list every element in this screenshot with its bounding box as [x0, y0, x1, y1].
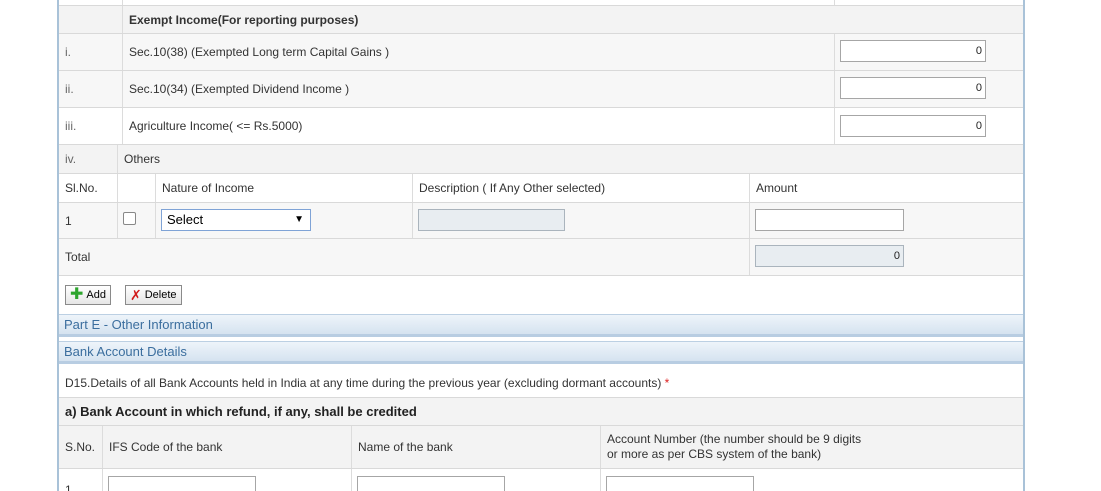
dividend-exempt-input[interactable]: 0	[840, 77, 986, 99]
delete-row-button[interactable]: ✗ Delete	[125, 285, 182, 305]
refund-account-heading-row: a) Bank Account in which refund, if any,…	[59, 398, 1023, 426]
total-amount-field: 0	[755, 245, 904, 267]
delete-button-label: Delete	[144, 289, 177, 301]
add-button-label: Add	[86, 289, 106, 301]
exempt-income-row: i. Sec.10(38) (Exempted Long term Capita…	[59, 34, 1023, 71]
row-actions: ✚ Add ✗ Delete	[59, 276, 1023, 314]
col-sl-no: Sl.No.	[65, 181, 98, 195]
exempt-income-heading: Exempt Income(For reporting purposes)	[122, 6, 1023, 33]
col-nature-of-income: Nature of Income	[155, 174, 412, 202]
delete-x-icon: ✗	[130, 287, 142, 303]
row-sl-no: 1	[65, 213, 72, 228]
col-amount: Amount	[749, 174, 1023, 202]
form-panel: Exempt Income(For reporting purposes) i.…	[57, 0, 1025, 491]
ltcg-exempt-input[interactable]: 0	[840, 40, 986, 62]
row-index: iv.	[65, 152, 77, 166]
d15-row: D15.Details of all Bank Accounts held in…	[59, 368, 1023, 398]
required-mark: *	[664, 375, 670, 390]
d15-description: D15.Details of all Bank Accounts held in…	[65, 375, 662, 390]
add-row-button[interactable]: ✚ Add	[65, 285, 111, 305]
exempt-income-row: iii. Agriculture Income( <= Rs.5000) 0	[59, 108, 1023, 145]
d15-text: D15.Details of all Bank Accounts held in…	[59, 368, 1023, 397]
row-index: iii.	[65, 119, 77, 133]
others-label: Others	[117, 145, 1023, 173]
table-row: 1 Select ▼	[59, 203, 1023, 239]
others-row: iv. Others	[59, 145, 1023, 174]
plus-icon: ✚	[70, 286, 84, 303]
description-input[interactable]	[418, 209, 565, 231]
select-value: Select	[167, 212, 204, 227]
exempt-income-row: ii. Sec.10(34) (Exempted Dividend Income…	[59, 71, 1023, 108]
others-table-header: Sl.No. Nature of Income Description ( If…	[59, 174, 1023, 203]
agriculture-income-input[interactable]: 0	[840, 115, 986, 137]
amount-input[interactable]	[755, 209, 904, 231]
row-label: Agriculture Income( <= Rs.5000)	[122, 108, 834, 144]
col-description: Description ( If Any Other selected)	[412, 174, 749, 202]
row-select-checkbox[interactable]	[123, 212, 136, 225]
bank-name-input[interactable]	[357, 476, 505, 491]
account-header-line2: or more as per CBS system of the bank)	[607, 447, 822, 461]
row-index: ii.	[65, 82, 74, 96]
table-row: 1	[59, 469, 1023, 491]
account-header-line1: Account Number (the number should be 9 d…	[607, 432, 862, 446]
total-label: Total	[65, 250, 91, 264]
row-label: Sec.10(38) (Exempted Long term Capital G…	[122, 34, 834, 70]
account-number-input[interactable]	[606, 476, 754, 491]
col-bank-name: Name of the bank	[351, 426, 600, 468]
col-account-number: Account Number (the number should be 9 d…	[600, 426, 1023, 468]
col-sno: S.No.	[65, 440, 96, 454]
row-label: Sec.10(34) (Exempted Dividend Income )	[122, 71, 834, 107]
ifs-code-input[interactable]	[108, 476, 256, 491]
total-row: Total 0	[59, 239, 1023, 276]
dropdown-arrow-icon: ▼	[294, 214, 304, 225]
refund-table-header: S.No. IFS Code of the bank Name of the b…	[59, 426, 1023, 469]
section-bank-account-details[interactable]: Bank Account Details	[59, 341, 1023, 364]
col-ifs-code: IFS Code of the bank	[102, 426, 351, 468]
nature-of-income-select[interactable]: Select ▼	[161, 209, 311, 231]
refund-account-heading: a) Bank Account in which refund, if any,…	[65, 404, 417, 419]
row-index: i.	[65, 45, 71, 59]
exempt-income-heading-row: Exempt Income(For reporting purposes)	[59, 6, 1023, 34]
section-part-e[interactable]: Part E - Other Information	[59, 314, 1023, 337]
row-sno: 1	[65, 483, 72, 491]
